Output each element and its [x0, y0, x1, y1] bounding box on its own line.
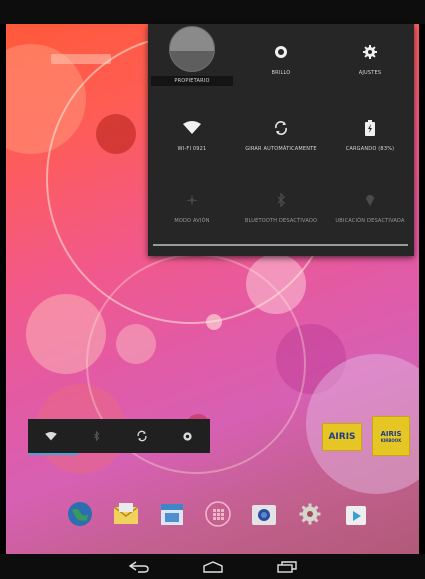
qs-tile-auto-rotate[interactable]: Girar automáticamente — [237, 100, 325, 176]
tablet-screen: Propietario Brillo — [0, 0, 425, 579]
bluetooth-icon — [276, 182, 286, 218]
pw-wifi-toggle[interactable] — [36, 421, 66, 451]
auto-rotate-icon — [273, 110, 289, 146]
recent-apps-button[interactable] — [272, 557, 302, 577]
qs-tile-battery[interactable]: Cargando (83%) — [326, 100, 414, 176]
wifi-icon — [44, 431, 57, 440]
qs-airplane-label: Modo avión — [174, 218, 210, 224]
owner-strip: Propietario — [151, 76, 233, 86]
browser-icon[interactable] — [66, 500, 94, 528]
bluetooth-icon — [93, 431, 100, 441]
qs-tile-airplane[interactable]: Modo avión — [148, 172, 236, 248]
qs-settings-label: Ajustes — [358, 70, 382, 76]
navigation-bar — [0, 554, 425, 579]
location-icon — [365, 182, 375, 218]
settings-icon[interactable] — [296, 500, 324, 528]
qs-auto-rotate-label: Girar automáticamente — [245, 146, 317, 152]
qs-tile-location[interactable]: Ubicación desactivada — [326, 172, 414, 248]
qs-brightness-label: Brillo — [271, 70, 291, 76]
user-avatar-icon — [169, 26, 215, 72]
battery-charging-icon — [365, 110, 375, 146]
gear-icon — [362, 34, 378, 70]
app-drawer-icon[interactable] — [204, 500, 232, 528]
airis-logo[interactable]: AIRIS — [322, 423, 362, 451]
pw-bluetooth-toggle[interactable] — [81, 421, 111, 451]
recent-apps-icon — [276, 560, 297, 573]
qs-location-label: Ubicación desactivada — [335, 218, 405, 224]
status-bar[interactable] — [0, 0, 425, 24]
wifi-icon — [183, 110, 201, 146]
sync-icon — [137, 430, 147, 442]
brightness-icon — [273, 34, 289, 70]
home-button[interactable] — [198, 557, 228, 577]
qs-handle-bar[interactable] — [153, 244, 408, 246]
pw-brightness-toggle[interactable] — [172, 421, 202, 451]
airis-logo-text: AIRIS — [328, 432, 356, 442]
back-icon — [128, 560, 149, 573]
qs-tile-bluetooth[interactable]: Bluetooth desactivado — [237, 172, 325, 248]
qs-tile-wifi[interactable]: Wi-Fi 0921 — [148, 100, 236, 176]
wallpaper-bubble — [51, 54, 111, 64]
qs-tile-brightness[interactable]: Brillo — [237, 24, 325, 100]
play-store-icon[interactable] — [342, 500, 370, 528]
airplane-icon — [185, 182, 199, 218]
calendar-icon[interactable] — [158, 500, 186, 528]
airis-kirbook-logo-sub: KIRBOOK — [380, 437, 402, 443]
qs-tile-settings[interactable]: Ajustes — [326, 24, 414, 100]
qs-tile-owner[interactable]: Propietario — [148, 24, 236, 100]
power-control-widget — [28, 419, 210, 453]
airis-kirbook-logo[interactable]: AIRIS KIRBOOK — [372, 416, 410, 456]
home-icon — [202, 560, 223, 573]
brightness-icon — [183, 431, 192, 441]
qs-owner-label: Propietario — [174, 78, 210, 84]
pw-sync-toggle[interactable] — [127, 421, 157, 451]
app-dock — [60, 496, 370, 534]
qs-wifi-label: Wi-Fi 0921 — [177, 146, 207, 152]
qs-bluetooth-label: Bluetooth desactivado — [244, 218, 318, 224]
email-icon[interactable] — [112, 500, 140, 528]
back-button[interactable] — [124, 557, 154, 577]
airis-kirbook-logo-text: AIRIS — [380, 429, 402, 438]
quick-settings-panel: Propietario Brillo — [148, 24, 414, 256]
wifi-on-indicator — [28, 453, 78, 455]
camera-icon[interactable] — [250, 500, 278, 528]
qs-battery-label: Cargando (83%) — [345, 146, 395, 152]
